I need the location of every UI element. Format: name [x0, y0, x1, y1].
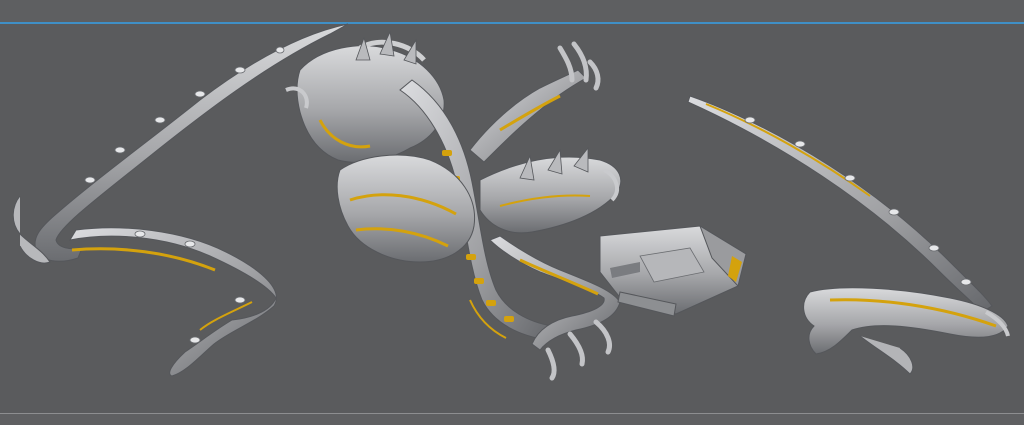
model-canvas[interactable]	[0, 0, 1024, 425]
viewport-footer	[0, 414, 1024, 425]
creature-body[interactable]	[285, 30, 622, 381]
right-tail-segment[interactable]	[687, 95, 1010, 375]
base-block[interactable]	[599, 224, 747, 317]
3d-viewport[interactable]	[0, 0, 1024, 425]
